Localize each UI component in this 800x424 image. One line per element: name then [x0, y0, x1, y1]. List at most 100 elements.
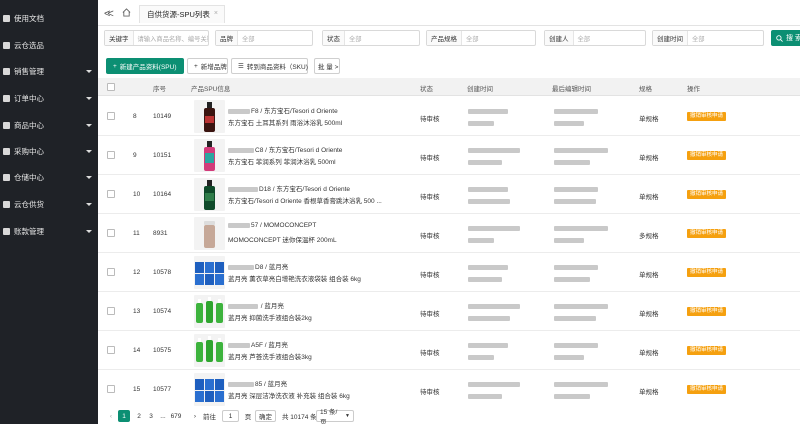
sidebar-item-label: 账款管理 — [14, 226, 44, 236]
status-select[interactable]: 全部 — [345, 34, 362, 43]
spec-filter[interactable]: 产品规格 全部 — [426, 30, 536, 46]
status-filter[interactable]: 状态 全部 — [322, 30, 420, 46]
table-row: 12 10578 D8 / 蓝月亮 蓝月亮 薰衣草亮白增艳洗衣液袋装 组合装 6kg 待… — [98, 253, 800, 292]
product-code-brand: 57 / MOMOCONCEPT — [228, 222, 316, 229]
row-seq: 10578 — [153, 269, 172, 276]
row-checkbox[interactable] — [107, 307, 115, 315]
row-checkbox[interactable] — [107, 229, 115, 237]
revoke-audit-button[interactable]: 撤销审核申请 — [687, 385, 727, 394]
table-row: 9 10151 C8 / 东方宝石/Tesori d Oriente 东方宝石 菲润系… — [98, 136, 800, 175]
product-thumbnail[interactable] — [194, 217, 225, 250]
row-seq: 10151 — [153, 152, 172, 159]
page-size-select[interactable]: 15 条/页 ▼ — [316, 409, 354, 424]
product-name[interactable]: 蓝月亮 薰衣草亮白增艳洗衣液袋装 组合装 6kg — [228, 273, 361, 283]
keyword-filter[interactable]: 关键字 请输入商品名称、编号关键字 — [104, 30, 209, 46]
sidebar: 使用文档云仓选品销售管理订单中心商品中心采购中心仓储中心云仓供货账款管理 — [0, 0, 98, 424]
caret-down-icon — [86, 69, 92, 73]
status-label: 状态 — [323, 31, 345, 45]
search-button[interactable]: 搜 索 — [771, 30, 800, 46]
revoke-audit-button[interactable]: 撤销审核申请 — [687, 151, 727, 160]
sidebar-item[interactable]: 账款管理 — [0, 222, 98, 240]
creator-filter[interactable]: 创建人 全部 — [544, 30, 646, 46]
product-thumbnail[interactable] — [194, 100, 225, 133]
caret-down-icon — [86, 175, 92, 179]
brand-select[interactable]: 全部 — [238, 34, 255, 43]
page-ellipsis[interactable]: ... — [157, 410, 169, 422]
row-created — [468, 147, 520, 165]
product-thumbnail[interactable] — [194, 256, 225, 289]
batch-button[interactable]: 批 量 > — [314, 58, 340, 74]
goto-input[interactable]: 1 — [222, 410, 239, 422]
product-thumbnail[interactable] — [194, 178, 225, 211]
row-checkbox[interactable] — [107, 346, 115, 354]
row-checkbox[interactable] — [107, 385, 115, 393]
create-time-filter[interactable]: 创建时间 全部 — [652, 30, 764, 46]
product-thumbnail[interactable] — [194, 373, 225, 406]
product-name[interactable]: 蓝月亮 芦荟洗手液组合装3kg — [228, 351, 312, 361]
revoke-audit-button[interactable]: 撤销审核申请 — [687, 229, 727, 238]
page-2[interactable]: 2 — [133, 410, 145, 422]
revoke-audit-button[interactable]: 撤销审核申请 — [687, 346, 727, 355]
spec-select[interactable]: 全部 — [462, 34, 479, 43]
product-name[interactable]: 东方宝石 土耳其系列 雨浴沐浴乳 500ml — [228, 117, 342, 127]
keyword-input[interactable]: 请输入商品名称、编号关键字 — [134, 34, 209, 43]
next-page-icon[interactable]: › — [189, 410, 201, 422]
sidebar-item[interactable]: 仓储中心 — [0, 168, 98, 186]
product-thumbnail[interactable] — [194, 295, 225, 328]
sidebar-item-label: 订单中心 — [14, 93, 44, 103]
sidebar-item[interactable]: 采购中心 — [0, 142, 98, 160]
redacted-code — [228, 108, 250, 114]
collapse-sidebar-icon[interactable]: << — [104, 8, 114, 20]
product-name[interactable]: MOMOCONCEPT 迷你保温杯 200mL — [228, 234, 337, 244]
redacted-time — [554, 238, 584, 243]
sidebar-item[interactable]: 云仓供货 — [0, 195, 98, 213]
product-name[interactable]: 蓝月亮 抑菌洗手液组合装2kg — [228, 312, 312, 322]
product-thumbnail[interactable] — [194, 334, 225, 367]
revoke-audit-button[interactable]: 撤销审核申请 — [687, 268, 727, 277]
product-thumbnail[interactable] — [194, 139, 225, 172]
page-last[interactable]: 679 — [170, 410, 182, 422]
sidebar-item[interactable]: 使用文档 — [0, 9, 98, 27]
goto-confirm-button[interactable]: 确定 — [255, 410, 276, 422]
revoke-audit-button[interactable]: 撤销审核申请 — [687, 190, 727, 199]
creator-select[interactable]: 全部 — [574, 34, 591, 43]
transfer-sku-button[interactable]: ☰ 转到商品资料（SKU) — [231, 58, 308, 74]
tab-spu-list[interactable]: 自供货源-SPU列表 × — [139, 5, 225, 23]
row-created — [468, 225, 520, 243]
revoke-audit-button[interactable]: 撤销审核申请 — [687, 112, 727, 121]
row-created — [468, 381, 520, 399]
row-spec: 多规格 — [639, 233, 659, 240]
new-spu-button[interactable]: + 新建产品资料(SPU) — [106, 58, 184, 74]
revoke-audit-button[interactable]: 撤销审核申请 — [687, 307, 727, 316]
row-checkbox[interactable] — [107, 268, 115, 276]
row-checkbox[interactable] — [107, 190, 115, 198]
header-action: 操作 — [687, 86, 700, 93]
create-time-label: 创建时间 — [653, 31, 688, 45]
product-name[interactable]: 蓝月亮 深层洁净洗衣液 补充装 组合装 6kg — [228, 390, 350, 400]
transfer-sku-label: 转到商品资料（SKU) — [246, 64, 308, 71]
sidebar-item[interactable]: 销售管理 — [0, 62, 98, 80]
new-brand-button[interactable]: + 新增品牌 — [187, 58, 228, 74]
row-seq: 10164 — [153, 191, 172, 198]
row-checkbox[interactable] — [107, 151, 115, 159]
new-spu-label: 新建产品资料(SPU) — [119, 64, 177, 71]
product-name[interactable]: 东方宝石/Tesori d Oriente 香根草香膏跳沐浴乳 500 ... — [228, 195, 382, 205]
product-name[interactable]: 东方宝石 菲润系列 菲润沐浴乳 500ml — [228, 156, 336, 166]
row-checkbox[interactable] — [107, 112, 115, 120]
sidebar-item[interactable]: 商品中心 — [0, 116, 98, 134]
page-3[interactable]: 3 — [145, 410, 157, 422]
row-status: 待审核 — [420, 233, 440, 240]
sidebar-item-label: 仓储中心 — [14, 172, 44, 182]
select-all-checkbox[interactable] — [107, 83, 115, 91]
header-created: 创建时间 — [467, 86, 493, 93]
sidebar-item[interactable]: 云仓选品 — [0, 36, 98, 54]
create-time-select[interactable]: 全部 — [688, 34, 705, 43]
brand-filter[interactable]: 品牌 全部 — [215, 30, 313, 46]
sidebar-item[interactable]: 订单中心 — [0, 89, 98, 107]
close-icon[interactable]: × — [214, 10, 218, 17]
row-status: 待审核 — [420, 272, 440, 279]
prev-page-icon[interactable]: ‹ — [105, 410, 117, 422]
row-edited — [554, 186, 598, 204]
page-1[interactable]: 1 — [118, 410, 130, 422]
home-icon[interactable] — [122, 8, 131, 17]
